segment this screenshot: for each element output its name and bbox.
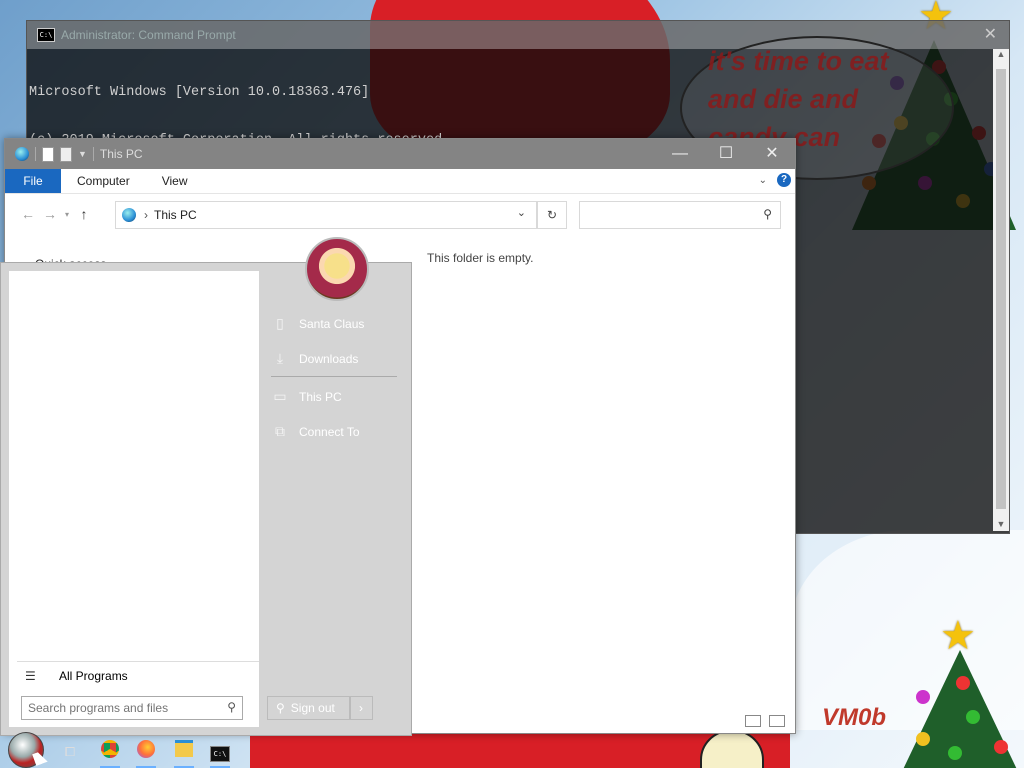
start-programs-pane: ☰ All Programs ⚲: [9, 271, 259, 727]
network-icon: ⧉: [275, 423, 285, 439]
cmd-title: Administrator: Command Prompt: [61, 28, 236, 42]
details-view-icon[interactable]: [745, 715, 761, 727]
breadcrumb-this-pc[interactable]: This PC: [154, 208, 197, 222]
start-search-box[interactable]: ⚲: [21, 696, 243, 720]
back-arrow-icon[interactable]: ←: [17, 206, 39, 222]
address-dropdown-icon[interactable]: ⌄: [517, 206, 526, 219]
expand-ribbon-chevron-icon[interactable]: ⌄: [759, 175, 767, 186]
refresh-button[interactable]: ↻: [537, 201, 567, 229]
properties-icon[interactable]: [42, 146, 54, 162]
customize-toolbar-chevron-icon[interactable]: ▼: [78, 149, 87, 159]
sign-out-icon: ⚲: [276, 701, 285, 715]
this-pc-icon: [122, 208, 136, 222]
navigation-bar: ← → ▾ ↑ › This PC ⌄ ↻ ⚲: [5, 194, 795, 234]
maximize-button[interactable]: ☐: [703, 139, 749, 169]
file-explorer-icon[interactable]: [172, 740, 196, 768]
start-item-label: Downloads: [299, 351, 359, 366]
empty-folder-message: This folder is empty.: [427, 251, 534, 265]
sign-out-label: Sign out: [290, 701, 335, 715]
search-input[interactable]: ⚲: [579, 201, 781, 229]
search-icon: ⚲: [763, 207, 772, 221]
view-switcher: [745, 715, 785, 727]
cmd-icon: C:\: [37, 28, 55, 42]
start-item-connect-to[interactable]: ⧉ Connect To: [271, 423, 360, 440]
recent-locations-chevron-icon[interactable]: ▾: [61, 210, 73, 219]
shutdown-options-arrow-icon[interactable]: ›: [349, 696, 373, 720]
start-item-label: Connect To: [299, 424, 360, 439]
start-search-input[interactable]: [26, 698, 220, 718]
all-programs-label: All Programs: [59, 669, 128, 683]
search-icon: ⚲: [227, 700, 236, 714]
start-divider: [271, 376, 397, 377]
firefox-icon[interactable]: [134, 740, 158, 768]
user-folder-icon: ▯: [276, 315, 284, 331]
explorer-title-bar[interactable]: ▼ This PC — ☐ ✕: [5, 139, 795, 169]
all-programs-icon: ☰: [25, 669, 36, 683]
start-item-label: Santa Claus: [299, 316, 365, 331]
help-icon[interactable]: ?: [777, 173, 791, 187]
scroll-thumb[interactable]: [996, 69, 1006, 509]
new-folder-icon[interactable]: [60, 146, 72, 162]
breadcrumb-chevron-icon: ›: [144, 208, 148, 222]
this-pc-icon: [15, 147, 29, 161]
tab-computer[interactable]: Computer: [61, 169, 146, 193]
quick-access-toolbar: ▼: [15, 146, 94, 162]
command-prompt-icon[interactable]: C:\: [208, 740, 232, 768]
start-item-downloads[interactable]: ⤓ Downloads: [271, 350, 358, 367]
cmd-scrollbar[interactable]: ▲ ▼: [993, 49, 1009, 531]
sign-out-button[interactable]: ⚲ Sign out: [267, 696, 351, 720]
computer-icon: ▭: [273, 388, 287, 404]
close-button[interactable]: ✕: [749, 139, 795, 169]
scroll-up-icon[interactable]: ▲: [993, 49, 1009, 59]
start-item-this-pc[interactable]: ▭ This PC: [271, 388, 342, 405]
explorer-title: This PC: [99, 147, 143, 161]
chrome-icon[interactable]: [98, 740, 122, 768]
start-item-label: This PC: [299, 389, 342, 404]
cmd-close-button[interactable]: ✕: [984, 24, 997, 44]
start-item-santa-claus[interactable]: ▯ Santa Claus: [271, 315, 364, 332]
ribbon-tabs: File Computer View ⌄ ?: [5, 169, 795, 194]
user-avatar[interactable]: [305, 237, 369, 301]
tab-view[interactable]: View: [146, 169, 204, 193]
start-menu[interactable]: ☰ All Programs ⚲ ▯ Santa Claus ⤓ Downloa…: [0, 237, 412, 736]
task-view-icon[interactable]: ⧠: [58, 740, 82, 764]
wallpaper-watermark: VM0b: [822, 704, 887, 731]
all-programs-button[interactable]: ☰ All Programs: [17, 661, 259, 690]
minimize-button[interactable]: —: [657, 139, 703, 169]
scroll-down-icon[interactable]: ▼: [993, 519, 1009, 529]
forward-arrow-icon[interactable]: →: [39, 206, 61, 222]
large-icons-view-icon[interactable]: [769, 715, 785, 727]
tab-file[interactable]: File: [5, 169, 61, 193]
up-arrow-icon[interactable]: ↑: [73, 206, 95, 222]
address-bar[interactable]: › This PC ⌄: [115, 201, 537, 229]
download-icon: ⤓: [276, 350, 284, 366]
